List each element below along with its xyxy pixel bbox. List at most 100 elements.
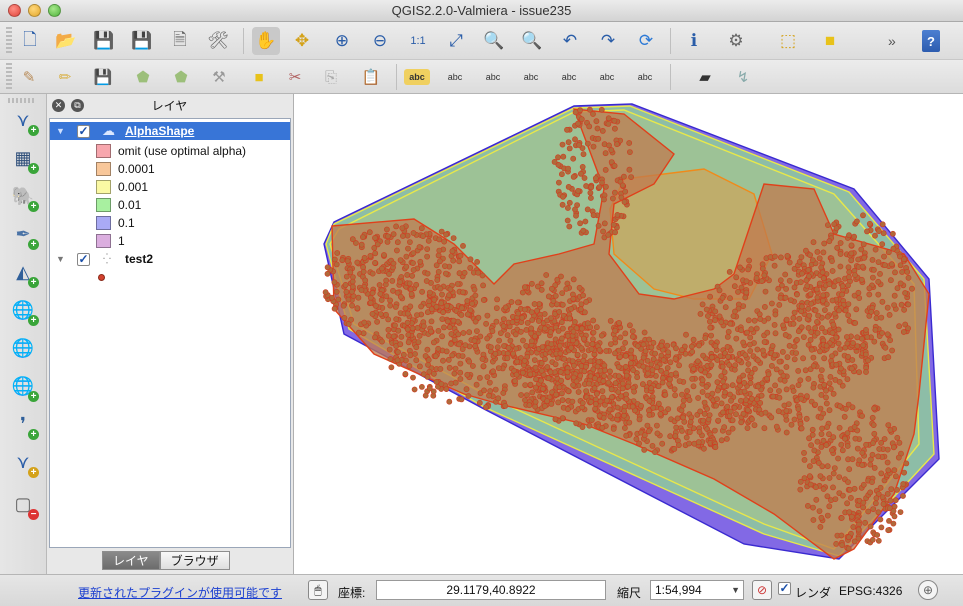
label-rotate-icon[interactable]: abc — [556, 64, 582, 90]
data-point — [570, 374, 577, 381]
oracle-spatial-icon[interactable]: ▰ — [692, 64, 718, 90]
paste-features-icon[interactable]: 📋 — [358, 64, 384, 90]
node-tool-icon[interactable]: ⚒ — [206, 64, 232, 90]
add-mssql-layer-icon[interactable]: ◭ + — [9, 258, 39, 288]
zoom-layer-icon[interactable]: 🔍 — [480, 27, 508, 55]
toolbar-grip[interactable] — [8, 98, 36, 103]
collapse-icon[interactable]: ▼ — [56, 126, 65, 136]
tab-browser[interactable]: ブラウザ — [159, 551, 230, 570]
pan-icon[interactable]: ✋ — [252, 27, 280, 55]
composer-manager-icon[interactable]: 🛠 — [204, 27, 232, 55]
plugin-update-link[interactable]: 更新されたプラグインが使用可能です — [78, 584, 282, 601]
data-point — [472, 292, 479, 299]
toolbar-grip[interactable] — [6, 63, 12, 91]
data-point — [771, 253, 778, 260]
crs-label[interactable]: EPSG:4326 — [839, 584, 902, 598]
add-raster-layer-icon[interactable]: ▦ + — [9, 144, 39, 174]
data-point — [607, 413, 614, 420]
coordinate-field[interactable]: 29.1179,40.8922 — [376, 580, 606, 600]
copy-features-icon[interactable]: ⎘ — [318, 64, 344, 90]
zoom-out-icon[interactable]: ⊖ — [366, 27, 394, 55]
cut-features-icon[interactable]: ✂ — [282, 64, 308, 90]
data-point — [435, 345, 442, 352]
data-point — [837, 240, 844, 246]
map-svg[interactable] — [294, 94, 963, 574]
label-show-hide-icon[interactable]: abc — [480, 64, 506, 90]
new-project-icon[interactable]: 🗋 — [16, 27, 44, 55]
zoom-actual-icon[interactable]: 1:1 — [404, 27, 432, 55]
zoom-last-icon[interactable]: ↶ — [556, 27, 584, 55]
data-point — [600, 228, 606, 235]
layer-row-test2[interactable]: ▼ ✓ ⁛ test2 — [50, 250, 290, 268]
toggle-editing-icon[interactable]: ✏ — [52, 64, 78, 90]
toolbar-overflow-icon[interactable]: » — [888, 33, 896, 49]
help-icon[interactable]: ? — [922, 30, 940, 52]
data-point — [614, 412, 621, 419]
data-point — [808, 329, 815, 335]
data-point — [773, 423, 780, 430]
new-shapefile-layer-icon[interactable]: ⋎ + — [9, 448, 39, 478]
scale-select[interactable]: 1:54,994 ▼ — [650, 580, 744, 600]
label-tool-icon[interactable]: abc — [404, 69, 430, 85]
collapse-icon[interactable]: ▼ — [56, 254, 65, 264]
add-wfs-layer-icon[interactable]: 🌐 + — [9, 372, 39, 402]
label-change-icon[interactable]: abc — [594, 64, 620, 90]
data-point — [416, 244, 423, 250]
open-project-icon[interactable]: 📂 — [52, 27, 80, 55]
data-point — [737, 397, 744, 404]
zoom-selection-icon[interactable]: 🔍 — [518, 27, 546, 55]
add-spatialite-layer-icon[interactable]: ✒ + — [9, 220, 39, 250]
zoom-next-icon[interactable]: ↷ — [594, 27, 622, 55]
layer-visibility-checkbox[interactable]: ✓ — [77, 252, 90, 266]
data-point — [830, 390, 837, 397]
map-canvas[interactable] — [293, 94, 963, 574]
layer-visibility-checkbox[interactable]: ✓ — [77, 124, 90, 138]
data-point — [331, 279, 338, 286]
label-pin-icon[interactable]: abc — [442, 64, 468, 90]
mouse-coordinate-toggle-icon[interactable]: 🖱 — [308, 580, 328, 600]
deselect-features-icon[interactable]: ■ — [816, 27, 844, 55]
data-point — [390, 333, 397, 340]
toolbar-grip[interactable] — [6, 27, 12, 55]
data-point — [790, 314, 797, 321]
label-settings-icon[interactable]: abc — [632, 64, 658, 90]
save-as-icon[interactable]: 💾 — [128, 27, 156, 55]
label-move-icon[interactable]: abc — [518, 64, 544, 90]
crs-status-icon[interactable]: ⊕ — [918, 580, 938, 600]
save-project-icon[interactable]: 💾 — [90, 27, 118, 55]
add-vector-layer-icon[interactable]: ⋎ + — [9, 106, 39, 136]
stop-render-icon[interactable]: ⊘ — [752, 580, 772, 600]
data-point — [875, 509, 882, 516]
add-wms-layer-icon[interactable]: 🌐 + — [9, 296, 39, 326]
pan-to-selection-icon[interactable]: ✥ — [288, 27, 316, 55]
data-point — [344, 258, 351, 264]
refresh-icon[interactable]: ⟳ — [632, 27, 660, 55]
layer-row-alphashape[interactable]: ▼ ✓ ☁ AlphaShape — [50, 122, 290, 140]
identify-icon[interactable]: ℹ — [680, 27, 708, 55]
zoom-in-icon[interactable]: ⊕ — [328, 27, 356, 55]
add-postgis-layer-icon[interactable]: 🐘 + — [9, 182, 39, 212]
render-checkbox[interactable]: ✓ — [778, 582, 791, 595]
data-point — [466, 329, 473, 336]
add-delimited-text-layer-icon[interactable]: ❜ + — [9, 410, 39, 440]
data-point — [821, 240, 828, 247]
current-edits-icon[interactable]: ✎ — [16, 64, 42, 90]
data-point — [890, 444, 897, 451]
add-wfs-icon[interactable]: ↯ — [730, 64, 756, 90]
data-point — [426, 385, 433, 392]
remove-layer-icon[interactable]: ▢ − — [9, 490, 39, 520]
move-feature-icon[interactable]: ⬟ — [168, 64, 194, 90]
delete-selected-icon[interactable]: ■ — [246, 64, 272, 90]
new-print-composer-icon[interactable]: 🗎 — [166, 27, 194, 55]
layer-tree[interactable]: ▼ ✓ ☁ AlphaShape omit (use optimal alpha… — [49, 118, 291, 548]
actions-icon[interactable]: ⚙ — [722, 27, 750, 55]
save-edits-icon[interactable]: 💾 — [90, 64, 116, 90]
data-point — [820, 292, 826, 299]
add-wcs-layer-icon[interactable]: 🌐 — [9, 334, 37, 362]
select-features-icon[interactable]: ⬚ — [774, 27, 802, 55]
tab-layers[interactable]: レイヤ — [102, 551, 160, 570]
zoom-full-icon[interactable]: ⤢ — [442, 27, 470, 55]
data-point — [712, 444, 719, 451]
data-point — [845, 545, 852, 552]
add-feature-icon[interactable]: ⬟ — [130, 64, 156, 90]
